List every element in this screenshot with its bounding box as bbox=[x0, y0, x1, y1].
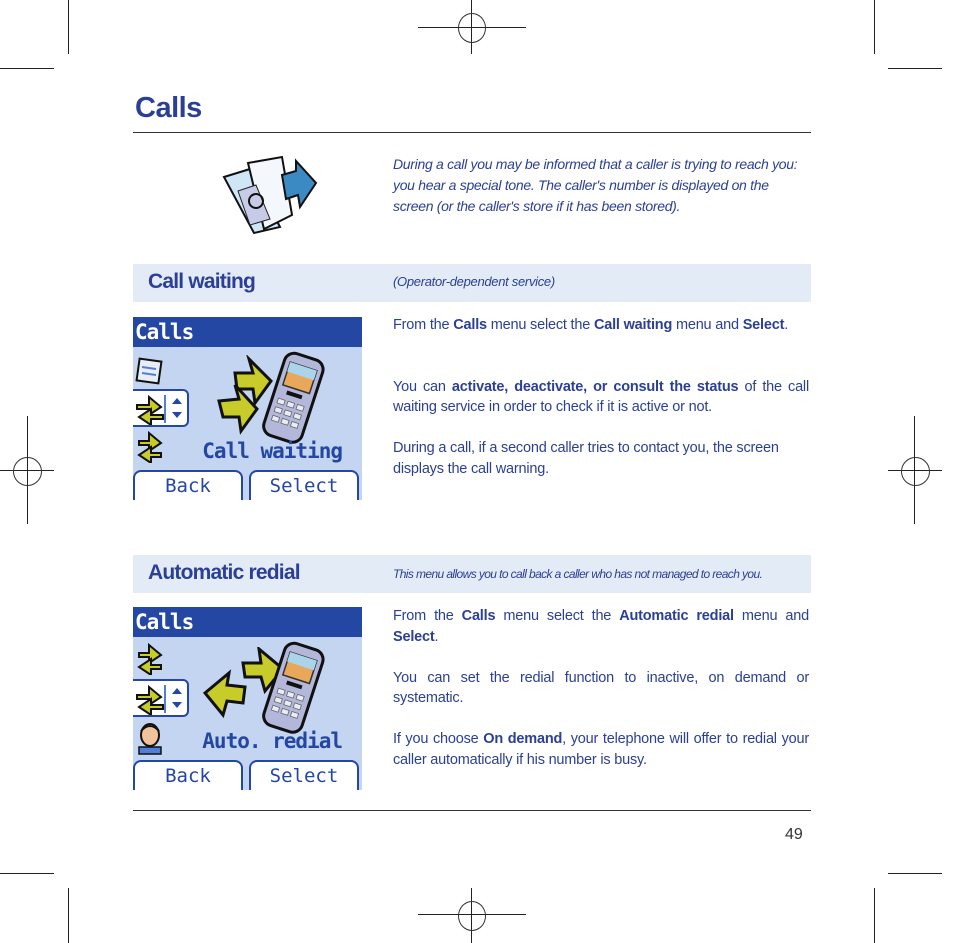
selector-divider bbox=[164, 685, 166, 713]
phone-screen-automatic-redial: Calls Auto. redial Back Select bbox=[133, 607, 362, 790]
page-title: Calls bbox=[135, 92, 202, 124]
crop-mark bbox=[874, 0, 875, 54]
screen-menu-label: Call waiting bbox=[202, 439, 343, 463]
emphasis-text: On demand bbox=[483, 731, 563, 747]
menu-selector[interactable] bbox=[133, 679, 189, 717]
crop-mark bbox=[0, 873, 54, 874]
text-run: . bbox=[434, 628, 439, 645]
paragraph: You can activate, deactivate, or consult… bbox=[393, 377, 809, 418]
scroll-down-icon[interactable] bbox=[172, 412, 182, 418]
paragraph: If you choose On demand, your telephone … bbox=[393, 729, 809, 770]
text-run: menu select the bbox=[486, 317, 594, 333]
section-header-call-waiting: Call waiting (Operator-dependent service… bbox=[133, 264, 811, 302]
text-run: menu and bbox=[672, 317, 743, 333]
menu-selector[interactable] bbox=[133, 389, 189, 427]
automatic-redial-description: From the Calls menu select the Automatic… bbox=[393, 606, 809, 791]
emphasis-text: activate, deactivate, or consult the sta… bbox=[451, 378, 739, 395]
call-forward-arrows-icon bbox=[137, 431, 163, 463]
title-rule bbox=[133, 132, 811, 133]
back-softkey[interactable]: Back bbox=[133, 470, 243, 500]
paragraph: During a call, if a second caller tries … bbox=[393, 438, 809, 479]
section-note: This menu allows you to call back a call… bbox=[393, 567, 763, 581]
text-run: If you choose bbox=[393, 731, 484, 747]
text-run: menu and bbox=[733, 608, 809, 624]
paragraph: From the Calls menu select the Call wait… bbox=[393, 315, 809, 336]
back-softkey[interactable]: Back bbox=[133, 760, 243, 790]
text-run: You can bbox=[393, 378, 452, 395]
emphasis-text: Select bbox=[393, 628, 435, 645]
select-softkey[interactable]: Select bbox=[249, 470, 359, 500]
section-title: Call waiting bbox=[148, 270, 256, 293]
operator-headset-icon bbox=[138, 723, 162, 755]
call-waiting-description: From the Calls menu select the Call wait… bbox=[393, 315, 809, 500]
emphasis-text: Call waiting bbox=[593, 317, 673, 333]
screen-menu-label: Auto. redial bbox=[202, 729, 343, 753]
text-run: You can set the redial function to inact… bbox=[393, 669, 809, 707]
emphasis-text: Automatic redial bbox=[619, 608, 734, 624]
calls-folder-icon bbox=[135, 357, 163, 385]
calls-folder-icon bbox=[222, 155, 318, 235]
footer-rule bbox=[133, 810, 811, 811]
section-header-automatic-redial: Automatic redial This menu allows you to… bbox=[133, 555, 811, 593]
text-run: During a call, if a second caller tries … bbox=[393, 440, 779, 477]
paragraph: From the Calls menu select the Automatic… bbox=[393, 606, 809, 647]
select-softkey[interactable]: Select bbox=[249, 760, 359, 790]
call-waiting-arrows-icon bbox=[136, 394, 164, 425]
text-run: From the bbox=[393, 608, 462, 624]
screen-header: Calls bbox=[133, 317, 362, 347]
scroll-up-icon[interactable] bbox=[172, 398, 182, 404]
text-run: From the bbox=[393, 317, 454, 333]
screen-header: Calls bbox=[133, 607, 362, 637]
crop-mark bbox=[0, 68, 54, 69]
phone-screen-call-waiting: Calls Call waiting Back Select bbox=[133, 317, 362, 500]
text-run: menu select the bbox=[495, 608, 620, 624]
paragraph: You can set the redial function to inact… bbox=[393, 668, 809, 709]
emphasis-text: Calls bbox=[461, 608, 496, 624]
scroll-down-icon[interactable] bbox=[172, 702, 182, 708]
section-note: (Operator-dependent service) bbox=[393, 274, 555, 289]
crop-mark bbox=[874, 888, 875, 943]
mobile-phone-icon bbox=[262, 641, 325, 734]
call-forward-arrows-icon bbox=[136, 684, 164, 715]
crop-mark bbox=[888, 873, 942, 874]
text-run: . bbox=[784, 317, 789, 333]
scroll-up-icon[interactable] bbox=[172, 688, 182, 694]
crop-mark bbox=[888, 68, 942, 69]
emphasis-text: Select bbox=[742, 317, 785, 333]
call-waiting-arrows-icon bbox=[137, 643, 163, 675]
emphasis-text: Calls bbox=[453, 317, 487, 333]
selector-divider bbox=[164, 395, 166, 423]
intro-text: During a call you may be informed that a… bbox=[393, 156, 798, 214]
mobile-phone-icon bbox=[262, 351, 325, 444]
crop-mark bbox=[68, 0, 69, 54]
section-title: Automatic redial bbox=[148, 561, 301, 584]
page-number: 49 bbox=[785, 826, 803, 843]
crop-mark bbox=[68, 888, 69, 943]
